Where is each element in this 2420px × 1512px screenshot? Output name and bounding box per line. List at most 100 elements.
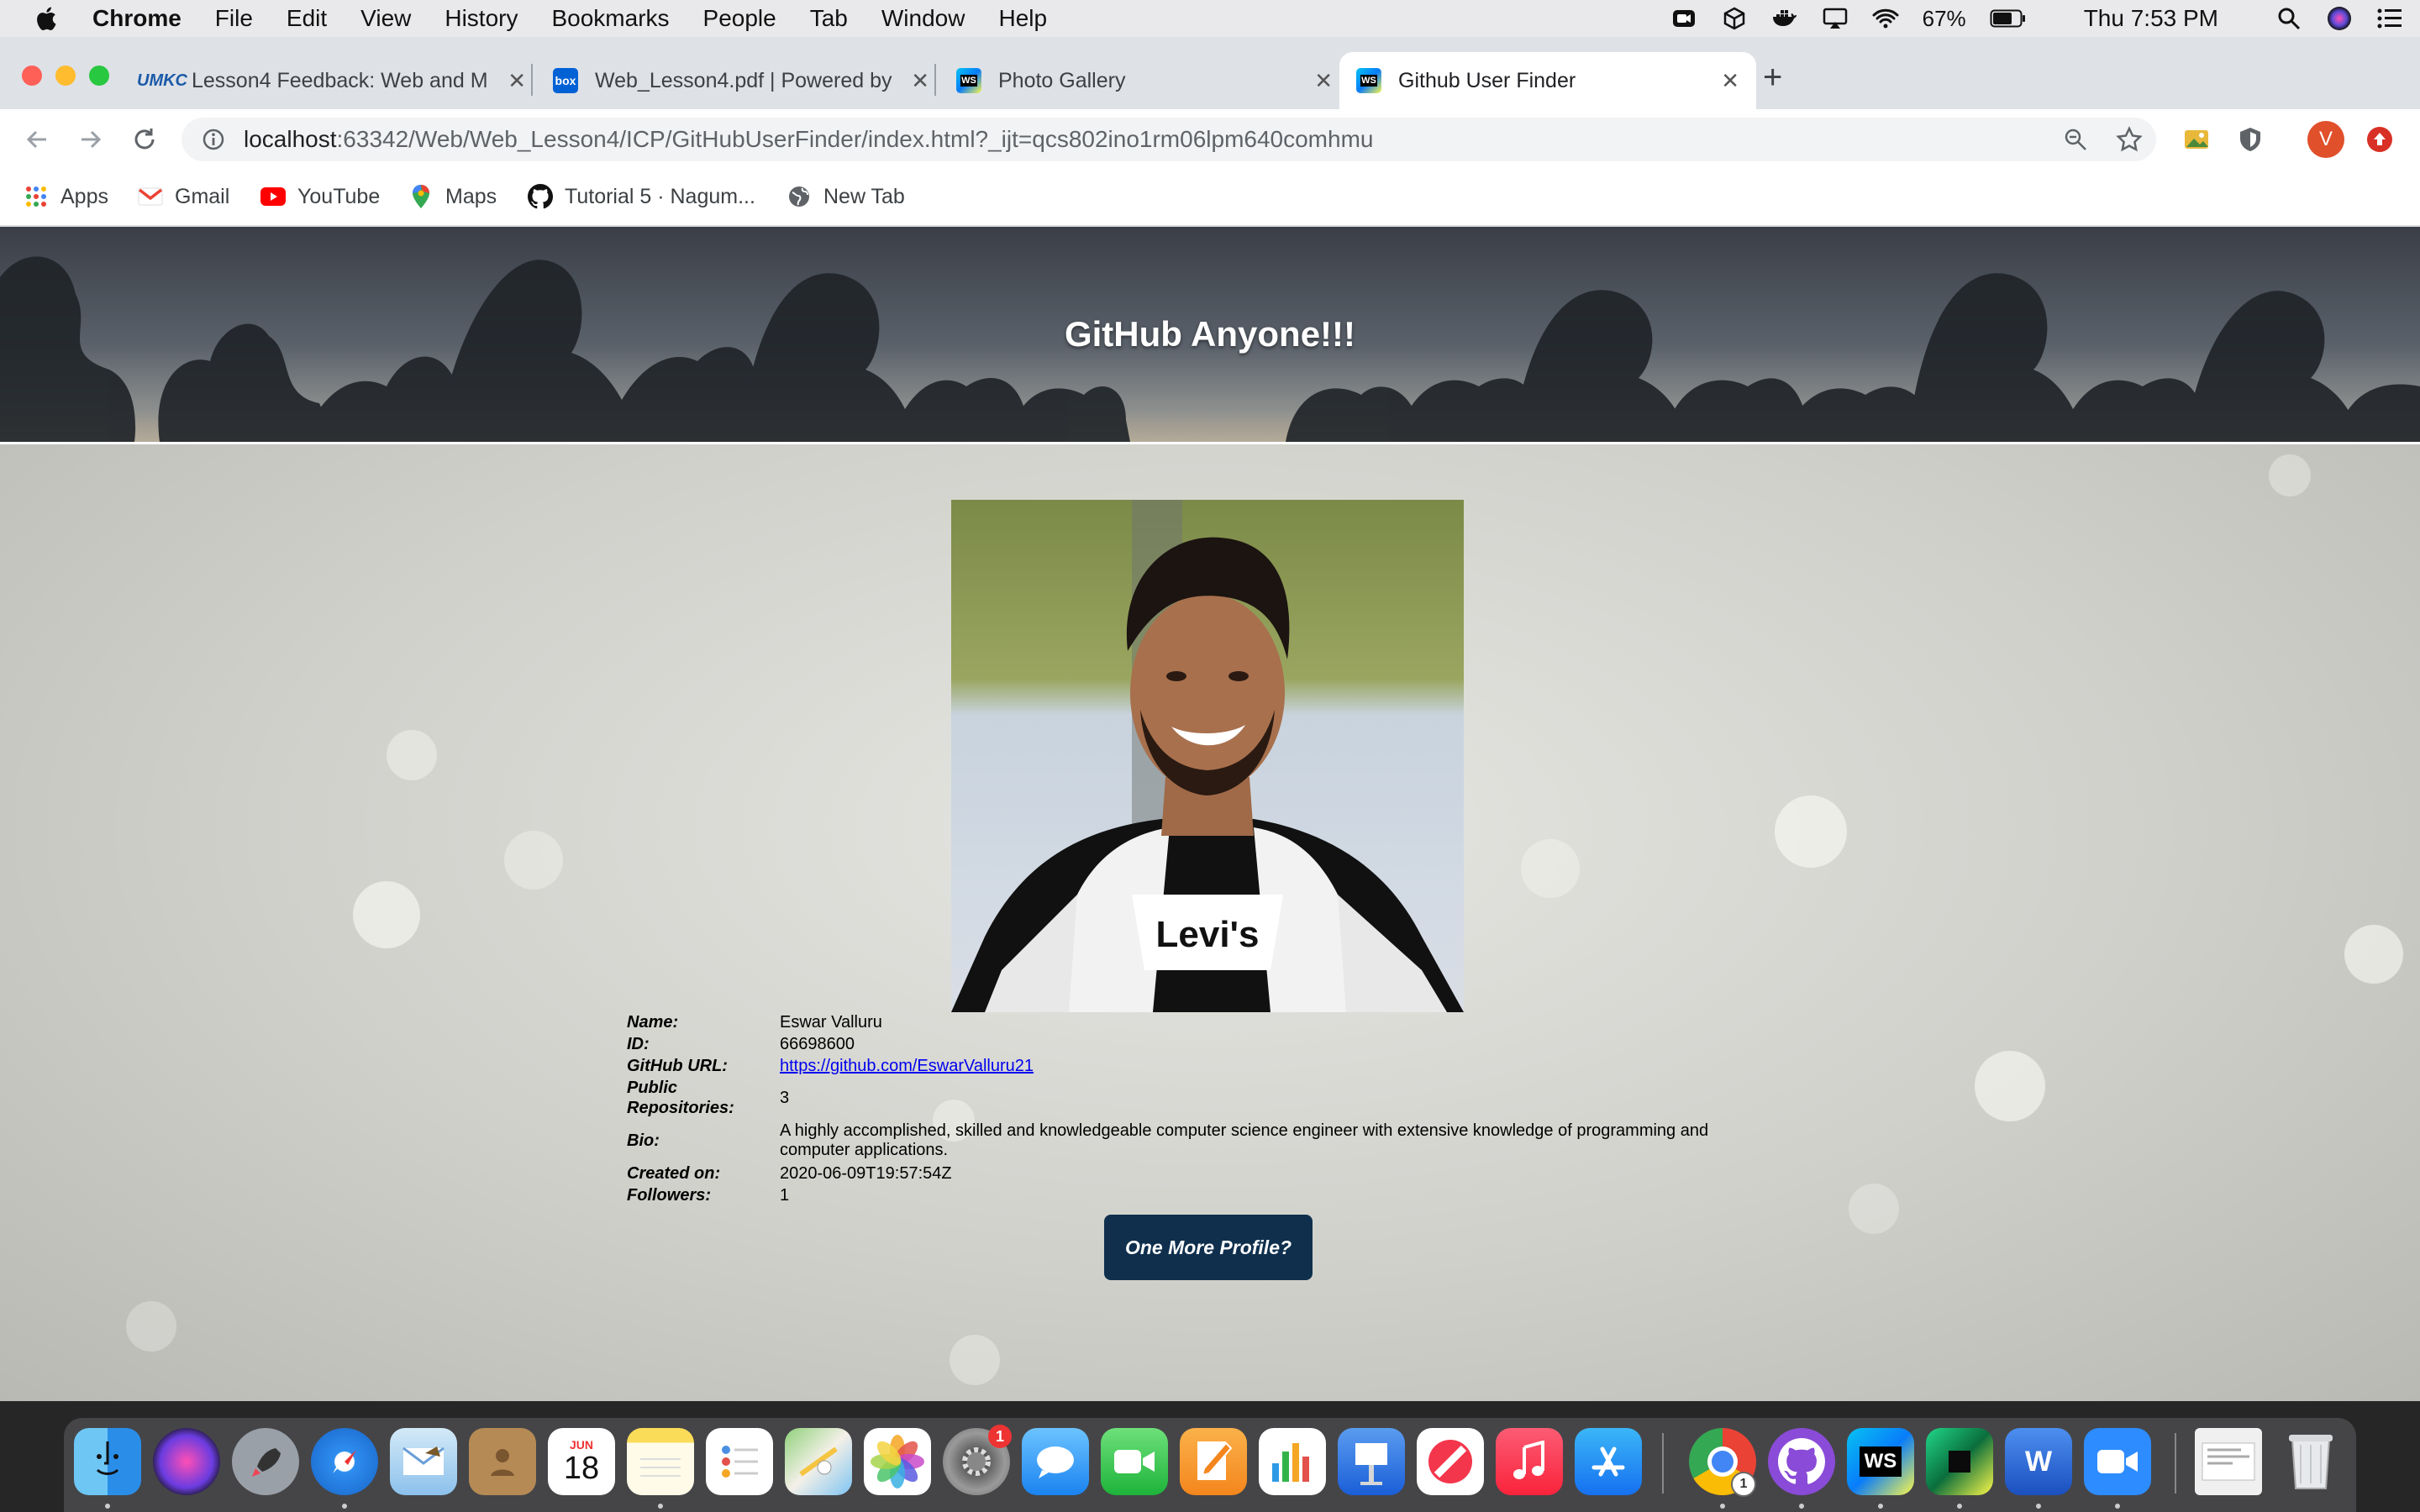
github-desktop-icon[interactable]	[1768, 1428, 1835, 1495]
downloads-stack-icon[interactable]	[2195, 1428, 2262, 1495]
tab-lesson4-feedback[interactable]: UMKC Lesson4 Feedback: Web and M ✕	[134, 52, 543, 109]
page-title: GitHub Anyone!!!	[1064, 314, 1356, 354]
detail-label: Bio:	[627, 1131, 660, 1150]
music-icon[interactable]	[1496, 1428, 1563, 1495]
detail-row-created: Created on: 2020-06-09T19:57:54Z	[627, 1163, 1778, 1184]
new-tab-button[interactable]: +	[1763, 59, 1782, 97]
github-profile-link[interactable]: https://github.com/EswarValluru21	[780, 1057, 1034, 1075]
contacts-icon[interactable]	[469, 1428, 536, 1495]
bokeh-light	[2269, 454, 2311, 496]
detail-label: Created on:	[627, 1164, 721, 1183]
profile-avatar[interactable]: V	[2307, 121, 2344, 158]
bokeh-light	[126, 1301, 176, 1352]
one-more-profile-button[interactable]: One More Profile?	[1104, 1215, 1313, 1280]
menu-help[interactable]: Help	[998, 5, 1047, 32]
menu-edit[interactable]: Edit	[287, 5, 327, 32]
finder-icon[interactable]	[74, 1428, 141, 1495]
news-icon[interactable]	[1417, 1428, 1484, 1495]
menu-people[interactable]: People	[703, 5, 776, 32]
pages-icon[interactable]	[1180, 1428, 1247, 1495]
spotlight-search-icon[interactable]	[2275, 7, 2302, 30]
menu-clock[interactable]: Thu 7:53 PM	[2084, 5, 2218, 32]
tab-photo-gallery[interactable]: WS Photo Gallery ✕	[941, 52, 1349, 109]
bookmark-apps[interactable]: Apps	[24, 180, 108, 213]
safari-icon[interactable]	[311, 1428, 378, 1495]
pycharm-icon[interactable]	[1926, 1428, 1993, 1495]
window-close-button[interactable]	[22, 66, 42, 86]
menu-view[interactable]: View	[360, 5, 411, 32]
unkc-favicon-icon: UMKC	[137, 71, 187, 90]
box-drive-icon[interactable]	[1721, 7, 1748, 30]
web-page-viewport: GitHub Anyone!!! Levi's Name: Eswar Vall…	[0, 227, 2420, 1401]
back-arrow-icon[interactable]	[22, 124, 52, 155]
created-on-value: 2020-06-09T19:57:54Z	[780, 1164, 952, 1183]
window-zoom-button[interactable]	[89, 66, 109, 86]
tab-close-icon[interactable]: ✕	[1721, 68, 1739, 94]
bokeh-light	[2344, 925, 2403, 984]
bookmark-youtube[interactable]: YouTube	[260, 180, 380, 213]
webstorm-icon[interactable]: WS	[1847, 1428, 1914, 1495]
notification-center-icon[interactable]	[2376, 7, 2403, 30]
tab-close-icon[interactable]: ✕	[911, 68, 929, 94]
followers-value: 1	[780, 1186, 790, 1205]
detail-row-followers: Followers: 1	[627, 1185, 1778, 1205]
bookmark-tutorial5[interactable]: Tutorial 5 · Nagum...	[528, 180, 755, 213]
tab-web-lesson4-pdf[interactable]: box Web_Lesson4.pdf | Powered by ✕	[538, 52, 946, 109]
bokeh-light	[387, 730, 437, 780]
tab-github-user-finder[interactable]: WS Github User Finder ✕	[1339, 52, 1756, 109]
window-minimize-button[interactable]	[55, 66, 76, 86]
docker-icon[interactable]	[1771, 7, 1798, 30]
address-url[interactable]: localhost:63342/Web/Web_Lesson4/ICP/GitH…	[244, 126, 1373, 153]
messages-icon[interactable]	[1022, 1428, 1089, 1495]
launchpad-icon[interactable]	[232, 1428, 299, 1495]
zoom-magnifier-icon[interactable]	[2060, 124, 2091, 155]
zoom-icon[interactable]	[2084, 1428, 2151, 1495]
bookmark-star-icon[interactable]	[2114, 124, 2144, 155]
menu-bookmarks[interactable]: Bookmarks	[551, 5, 669, 32]
siri-icon[interactable]	[2326, 7, 2353, 30]
menu-history[interactable]: History	[445, 5, 518, 32]
site-info-icon[interactable]	[202, 128, 225, 151]
running-indicator	[342, 1504, 347, 1509]
notes-icon[interactable]	[627, 1428, 694, 1495]
apple-icon[interactable]	[32, 3, 62, 34]
reminders-icon[interactable]	[706, 1428, 773, 1495]
user-name-value: Eswar Valluru	[780, 1013, 882, 1032]
menu-app-name[interactable]: Chrome	[92, 5, 182, 32]
app-store-icon[interactable]	[1575, 1428, 1642, 1495]
bookmark-gmail[interactable]: Gmail	[138, 180, 229, 213]
address-bar[interactable]: localhost:63342/Web/Web_Lesson4/ICP/GitH…	[182, 118, 2156, 161]
tab-title: Photo Gallery	[998, 68, 1126, 92]
tab-title: Web_Lesson4.pdf | Powered by	[595, 68, 892, 92]
bookmark-maps[interactable]: Maps	[408, 180, 497, 213]
wifi-icon[interactable]	[1872, 7, 1899, 30]
tab-title: Github User Finder	[1398, 68, 1576, 92]
reload-icon[interactable]	[129, 124, 160, 155]
update-icon[interactable]	[2365, 124, 2395, 155]
bookmark-new-tab[interactable]: New Tab	[786, 180, 905, 213]
facetime-icon[interactable]	[1101, 1428, 1168, 1495]
tab-separator	[531, 64, 533, 96]
numbers-icon[interactable]	[1259, 1428, 1326, 1495]
mail-icon[interactable]	[390, 1428, 457, 1495]
dock-divider	[1662, 1433, 1664, 1494]
tab-close-icon[interactable]: ✕	[1314, 68, 1333, 94]
word-icon[interactable]: W	[2005, 1428, 2072, 1495]
menu-file[interactable]: File	[215, 5, 253, 32]
keynote-icon[interactable]	[1338, 1428, 1405, 1495]
airplay-icon[interactable]	[1822, 7, 1849, 30]
menu-tab[interactable]: Tab	[810, 5, 848, 32]
photos-icon[interactable]	[864, 1428, 931, 1495]
calendar-icon[interactable]: JUN 18	[548, 1428, 615, 1495]
siri-app-icon[interactable]	[153, 1428, 220, 1495]
settings-badge: 1	[988, 1425, 1012, 1448]
maps-app-icon[interactable]	[785, 1428, 852, 1495]
extension-shield-icon[interactable]	[2235, 124, 2265, 155]
trash-icon[interactable]	[2277, 1428, 2344, 1495]
menu-window[interactable]: Window	[881, 5, 965, 32]
battery-icon[interactable]	[1990, 7, 2027, 30]
forward-arrow-icon[interactable]	[76, 124, 106, 155]
zoom-meeting-icon[interactable]	[1670, 7, 1697, 30]
extension-image-icon[interactable]	[2181, 124, 2212, 155]
tab-close-icon[interactable]: ✕	[508, 68, 526, 94]
